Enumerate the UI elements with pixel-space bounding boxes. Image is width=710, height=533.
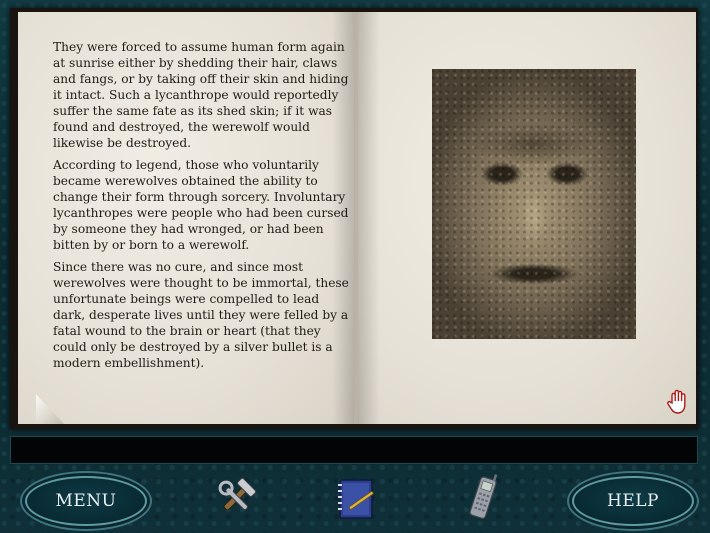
journal-paragraph-2: According to legend, those who voluntari… <box>53 158 349 252</box>
menu-button[interactable]: MENU <box>25 476 147 526</box>
journal-left-page: They were forced to assume human form ag… <box>18 12 356 424</box>
tools-icon[interactable] <box>208 470 264 526</box>
journal-paragraph-1: They were forced to assume human form ag… <box>53 40 349 150</box>
journal-paragraph-3: Since there was no cure, and since most … <box>53 260 349 370</box>
page-curl-previous[interactable] <box>36 394 64 424</box>
notebook-icon[interactable] <box>328 470 384 526</box>
cellphone-icon[interactable] <box>456 470 512 526</box>
journal-text: They were forced to assume human form ag… <box>53 39 353 377</box>
journal-right-page <box>356 12 696 424</box>
journal-book: They were forced to assume human form ag… <box>10 8 698 429</box>
stone-face-image <box>432 69 636 339</box>
help-button[interactable]: HELP <box>572 476 694 526</box>
message-bar <box>10 436 698 464</box>
hand-cursor-icon <box>664 388 692 416</box>
